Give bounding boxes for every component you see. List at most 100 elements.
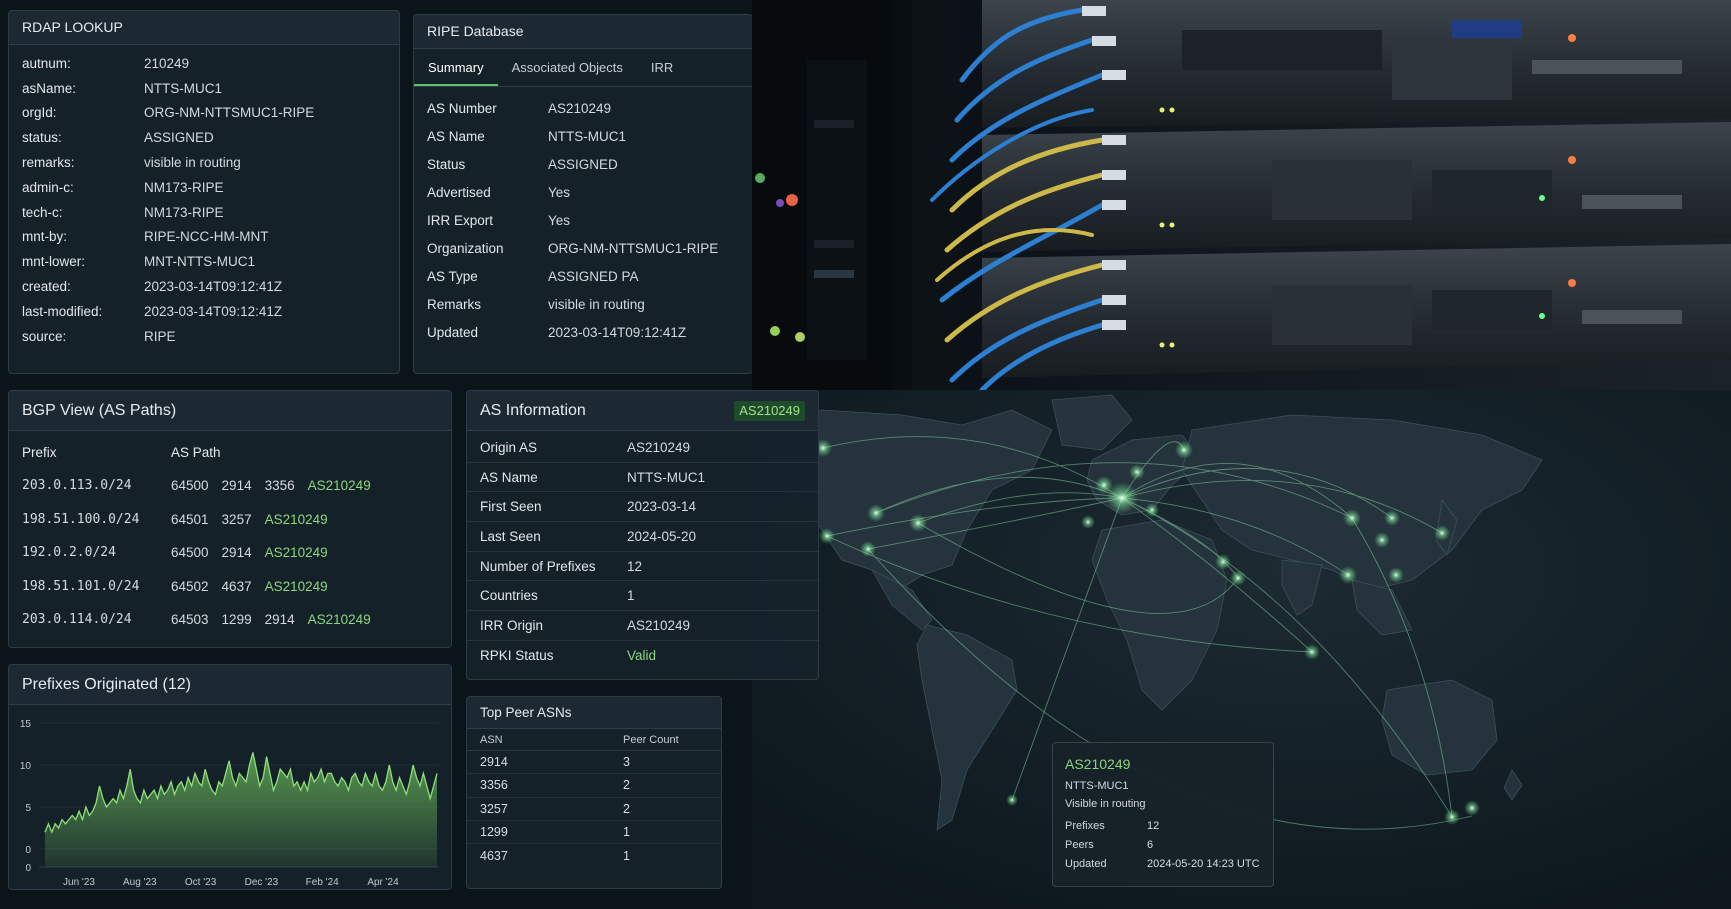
- server-rack-illustration: [752, 0, 1731, 390]
- y-tick-label: 5: [25, 803, 31, 814]
- peer-asn: 3356: [480, 778, 508, 793]
- ripe-key: IRR Export: [427, 212, 494, 228]
- asinfo-row: Countries 1: [467, 581, 818, 612]
- bgp-path-asn: 64502: [171, 578, 209, 594]
- ripe-value: Yes: [548, 212, 571, 228]
- asinfo-value: 12: [627, 558, 643, 574]
- rdap-key: created:: [22, 279, 71, 295]
- bgp-row[interactable]: 192.0.2.0/24 64500 2914 AS210249: [9, 536, 451, 570]
- as-information-panel: AS Information AS210249 Origin AS AS21024…: [466, 390, 819, 680]
- peer-count: 1: [623, 825, 630, 840]
- bgp-row[interactable]: 203.0.114.0/24 64503 1299 2914 AS210249: [9, 603, 451, 637]
- peer-row[interactable]: 3257 2: [467, 798, 721, 821]
- rdap-value: RIPE: [144, 328, 176, 344]
- asinfo-value: 2023-03-14: [627, 499, 697, 515]
- ripe-row: Advertised Yes: [414, 178, 752, 206]
- bgp-row[interactable]: 198.51.101.0/24 64502 4637 AS210249: [9, 570, 451, 604]
- bgp-as-path: 64502 4637 AS210249: [171, 579, 328, 594]
- rdap-row: asName: NTTS-MUC1: [9, 76, 399, 101]
- rdap-key: autnum:: [22, 55, 71, 71]
- bgp-prefix: 203.0.114.0/24: [22, 612, 132, 628]
- rdap-row: autnum: 210249: [9, 51, 399, 76]
- peer-row[interactable]: 1299 1: [467, 821, 721, 845]
- bgp-origin-asn: AS210249: [264, 545, 328, 561]
- rdap-title: RDAP LOOKUP: [9, 11, 399, 45]
- asinfo-row: Number of Prefixes 12: [467, 552, 818, 582]
- rdap-key: status:: [22, 130, 62, 146]
- asinfo-value: 2024-05-20: [627, 528, 697, 544]
- asinfo-value: AS210249: [627, 439, 691, 455]
- ripe-value: NTTS-MUC1: [548, 128, 626, 144]
- bgp-row[interactable]: 203.0.113.0/24 64500 2914 3356 AS210249: [9, 469, 451, 503]
- rdap-row: status: ASSIGNED: [9, 125, 399, 150]
- rdap-value: visible in routing: [144, 155, 241, 171]
- rdap-key: asName:: [22, 80, 77, 96]
- peer-row[interactable]: 4637 1: [467, 844, 721, 867]
- tab-summary[interactable]: Summary: [414, 49, 498, 86]
- rack-unit: [982, 244, 1731, 378]
- bgp-path-asn: 64501: [171, 511, 209, 527]
- y-tick-label: 10: [20, 761, 32, 772]
- ripe-value: ASSIGNED: [548, 156, 618, 172]
- rdap-key: last-modified:: [22, 303, 103, 319]
- rdap-value: NM173-RIPE: [144, 179, 224, 195]
- bgp-header-as-path: AS Path: [171, 444, 221, 460]
- map-node: [1006, 794, 1018, 806]
- map-node: [1343, 509, 1361, 527]
- bgp-view-panel: BGP View (AS Paths) Prefix AS Path 203.0…: [8, 390, 452, 648]
- peer-count: 2: [623, 778, 630, 793]
- tooltip-row: Peers 6: [1053, 836, 1273, 855]
- map-node: [860, 541, 876, 557]
- rdap-row: mnt-by: RIPE-NCC-HM-MNT: [9, 225, 399, 250]
- ripe-value: ASSIGNED PA: [548, 269, 639, 285]
- bgp-title: BGP View (AS Paths): [9, 391, 451, 431]
- tooltip-row: Prefixes 12: [1053, 817, 1273, 836]
- bgp-path-asn: 4637: [221, 578, 252, 594]
- bgp-path-asn: 3257: [221, 511, 252, 527]
- peer-count: 3: [623, 755, 630, 770]
- ripe-row: IRR Export Yes: [414, 206, 752, 234]
- peer-row[interactable]: 2914 3: [467, 751, 721, 775]
- rdap-value: 2023-03-14T09:12:41Z: [144, 279, 283, 295]
- bgp-origin-asn: AS210249: [307, 612, 371, 628]
- bgp-prefix: 198.51.100.0/24: [22, 511, 140, 527]
- map-node: [909, 514, 927, 532]
- tab-associated-objects[interactable]: Associated Objects: [498, 49, 637, 86]
- x-tick-label: Jun '23: [63, 877, 95, 888]
- rdap-value: MNT-NTTS-MUC1: [144, 254, 255, 270]
- map-node: [819, 528, 835, 544]
- rdap-key: source:: [22, 328, 67, 344]
- bgp-path-asn: 64503: [171, 612, 209, 628]
- asinfo-row: Last Seen 2024-05-20: [467, 522, 818, 552]
- prefixes-title: Prefixes Originated (12): [9, 665, 451, 705]
- tab-irr[interactable]: IRR: [637, 49, 687, 86]
- ripe-value: visible in routing: [548, 297, 645, 313]
- bgp-table-header: Prefix AS Path: [9, 435, 451, 469]
- rdap-value: NM173-RIPE: [144, 204, 224, 220]
- map-node: [1339, 566, 1357, 584]
- ripe-row: Organization ORG-NM-NTTSMUC1-RIPE: [414, 234, 752, 262]
- ripe-value: AS210249: [548, 100, 612, 116]
- ripe-row: AS Name NTTS-MUC1: [414, 122, 752, 150]
- x-tick-label: Feb '24: [306, 877, 339, 888]
- bgp-origin-asn: AS210249: [307, 478, 371, 494]
- map-node: [1145, 503, 1159, 517]
- prefixes-originated-panel: Prefixes Originated (12) 15 10 5 0 0 Jun '23 A…: [8, 664, 452, 890]
- peer-row[interactable]: 3356 2: [467, 774, 721, 798]
- prefixes-area-chart: 15 10 5 0 0 Jun '23 Aug '23 Oct '23 Dec '23 Feb '…: [20, 719, 439, 888]
- bgp-row[interactable]: 198.51.100.0/24 64501 3257 AS210249: [9, 503, 451, 537]
- tooltip-key: Prefixes: [1065, 820, 1105, 832]
- ripe-key: Status: [427, 156, 466, 172]
- ripe-row: Remarks visible in routing: [414, 291, 752, 319]
- map-node: [1464, 800, 1480, 816]
- ripe-key: Organization: [427, 241, 504, 257]
- rdap-value: RIPE-NCC-HM-MNT: [144, 229, 269, 245]
- bgp-path-asn: 1299: [221, 612, 252, 628]
- tooltip-status: Visible in routing: [1065, 798, 1146, 810]
- tooltip-value: 6: [1147, 839, 1154, 851]
- peer-asn: 4637: [480, 848, 508, 863]
- asinfo-title: AS Information: [480, 402, 586, 419]
- top-peer-asns-panel: Top Peer ASNs ASN Peer Count 2914 3 3356 2…: [466, 696, 722, 889]
- rdap-value: ASSIGNED: [144, 130, 214, 146]
- asinfo-value: 1: [627, 588, 635, 604]
